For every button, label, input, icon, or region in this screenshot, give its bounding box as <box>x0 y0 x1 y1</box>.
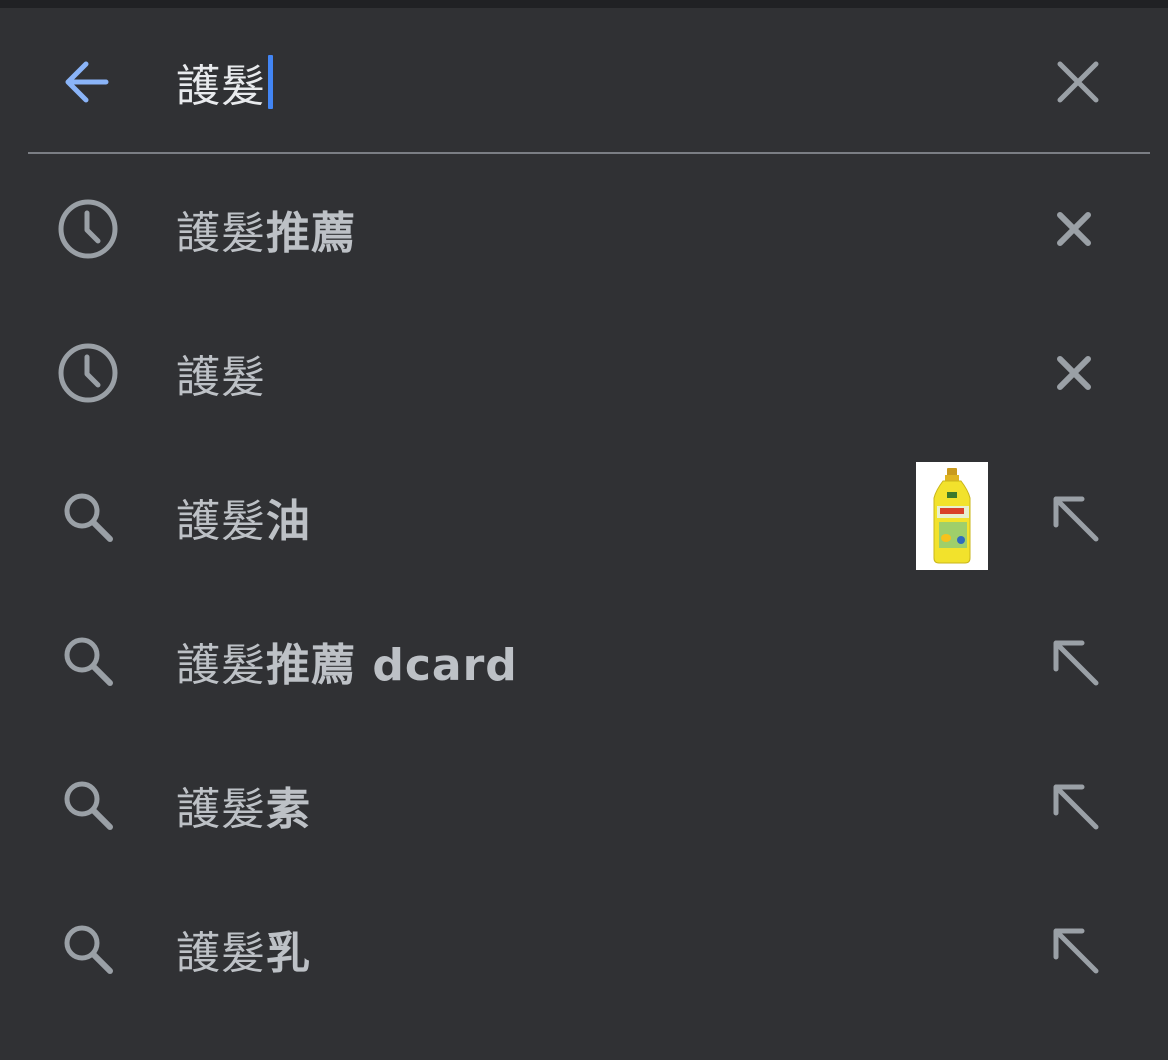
suggestion-suffix: 素 <box>266 784 311 835</box>
search-icon <box>56 485 120 549</box>
suggestion-prefix: 護髮 <box>176 352 266 403</box>
suggestion-label: 護髮乳 <box>176 877 311 1021</box>
suggestion-label: 護髮油 <box>176 445 311 589</box>
search-icon <box>56 917 120 981</box>
suggestion-prefix: 護髮 <box>176 640 266 691</box>
remove-history-button[interactable] <box>1042 341 1106 405</box>
suggestion-suffix: 油 <box>266 496 311 547</box>
clear-search-button[interactable] <box>1046 50 1110 114</box>
fill-query-button[interactable] <box>1042 917 1106 981</box>
close-icon <box>1057 212 1091 246</box>
fill-query-button[interactable] <box>1042 773 1106 837</box>
search-icon <box>56 773 120 837</box>
suggestion-item[interactable]: 護髮 推薦 <box>0 157 1168 301</box>
search-divider <box>28 152 1150 154</box>
suggestion-item[interactable]: 護髮油 <box>0 445 1168 589</box>
arrow-up-left-icon <box>1053 784 1099 830</box>
search-icon <box>56 629 120 693</box>
suggestion-item[interactable]: 護髮素 <box>0 733 1168 877</box>
fill-query-button[interactable] <box>1042 485 1106 549</box>
text-caret <box>268 55 273 109</box>
suggestion-item[interactable]: 護髮乳 <box>0 877 1168 1021</box>
suggestion-label: 護髮素 <box>176 733 311 877</box>
arrow-up-left-icon <box>1053 496 1099 542</box>
suggestion-item[interactable]: 護髮 推薦 dcard <box>0 589 1168 733</box>
fill-query-button[interactable] <box>1042 629 1106 693</box>
arrow-up-left-icon <box>1053 640 1099 686</box>
close-icon <box>1057 61 1099 103</box>
suggestion-label: 護髮 推薦 <box>176 157 356 301</box>
status-bar-strip <box>0 0 1168 8</box>
suggestion-label: 護髮 推薦 dcard <box>176 589 518 733</box>
remove-history-button[interactable] <box>1042 197 1106 261</box>
product-thumbnail[interactable] <box>916 462 988 570</box>
suggestion-item[interactable]: 護髮 <box>0 301 1168 445</box>
suggestion-list: 護髮 推薦 護髮 護髮 油 護髮 推薦 dcard 護髮 素 護髮 乳 <box>0 157 1168 1021</box>
close-icon <box>1057 356 1091 390</box>
arrow-left-icon <box>65 61 109 103</box>
suggestion-prefix: 護髮 <box>176 784 266 835</box>
suggestion-prefix: 護髮 <box>176 496 266 547</box>
oil-bottle-image <box>933 468 971 564</box>
back-button[interactable] <box>54 50 118 114</box>
suggestion-suffix: 乳 <box>266 928 311 979</box>
suggestion-prefix: 護髮 <box>176 928 266 979</box>
clock-icon <box>56 197 120 261</box>
clock-icon <box>56 341 120 405</box>
suggestion-prefix: 護髮 <box>176 208 266 259</box>
arrow-up-left-icon <box>1053 928 1099 974</box>
search-input[interactable]: 護髮 <box>176 50 273 114</box>
suggestion-suffix: 推薦 <box>266 208 356 259</box>
suggestion-suffix: 推薦 dcard <box>266 640 518 691</box>
search-bar: 護髮 <box>0 8 1168 153</box>
search-query-text[interactable]: 護髮 <box>176 50 266 114</box>
suggestion-label: 護髮 <box>176 301 266 445</box>
